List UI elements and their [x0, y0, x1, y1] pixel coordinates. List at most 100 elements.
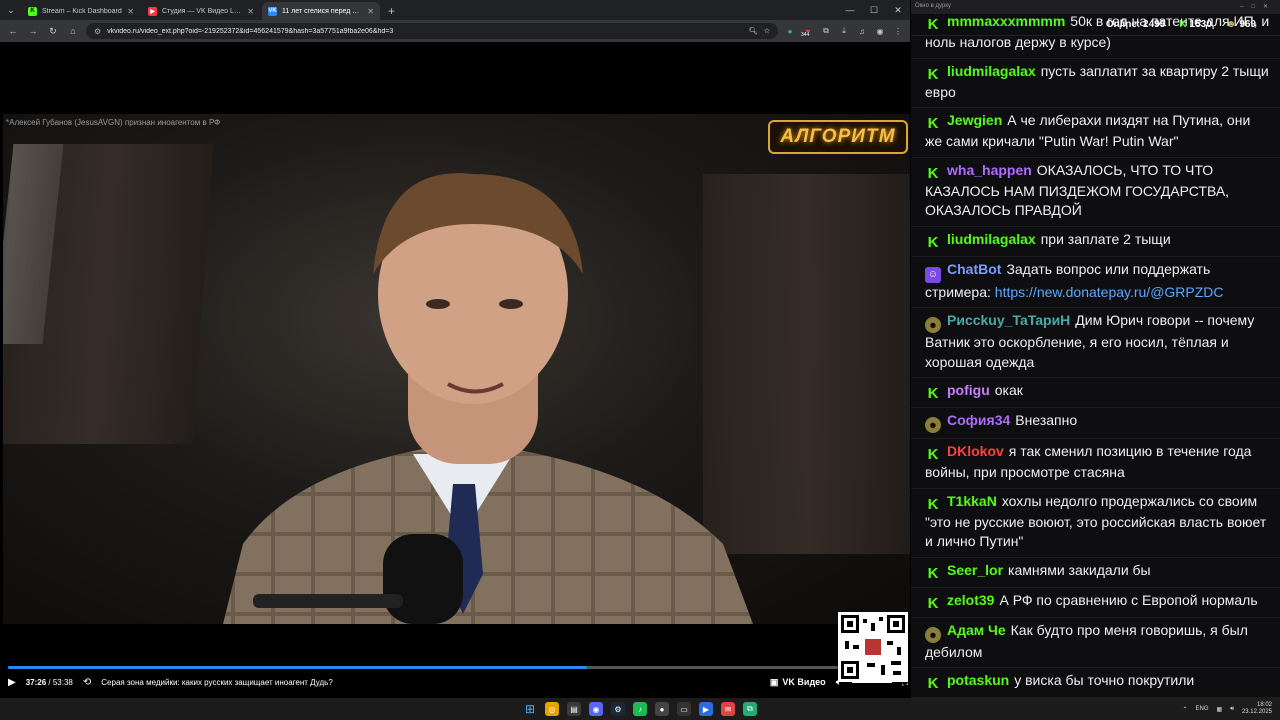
chat-username[interactable]: Адам Че	[947, 622, 1006, 638]
sound-icon[interactable]: 🔊︎	[1230, 706, 1234, 713]
obs-icon[interactable]: ●	[655, 702, 669, 716]
forward-icon[interactable]: →	[26, 24, 40, 38]
discord-icon[interactable]: ◉	[589, 702, 603, 716]
time-total: 53:38	[52, 677, 73, 687]
home-icon[interactable]: ⌂	[66, 24, 80, 38]
chat-message: Kliudmilagalax пусть заплатит за квартиру…	[911, 59, 1280, 108]
bot-badge-icon: ☺	[925, 266, 941, 283]
clock[interactable]: 18:02 23.12.2025	[1242, 702, 1272, 716]
close-tab-icon[interactable]: ✕	[247, 7, 254, 16]
close-icon[interactable]: ✕	[886, 0, 910, 20]
kick-badge-icon: K	[927, 675, 939, 692]
channel-logo: АЛГОРИТМ	[768, 120, 908, 154]
chat-message: ☺ ChatBot Задать вопрос или поддержать стр…	[911, 257, 1280, 308]
kick-badge-icon: K	[927, 65, 939, 83]
chat-username[interactable]: Jewgien	[947, 112, 1002, 128]
media-control-icon[interactable]: ♫	[856, 25, 868, 37]
app2-icon[interactable]: ✉	[721, 702, 735, 716]
minimize-icon[interactable]: —	[838, 0, 862, 20]
steam-icon[interactable]: ⚙	[611, 702, 625, 716]
player-control-row: ▶ 37:26 / 53:38 ⟲ Серая зона медийки: ка…	[8, 674, 908, 690]
video-title[interactable]: Серая зона медийки: каких русских защища…	[101, 678, 333, 687]
chat-message: K DKlokov я так сменил позицию в течение г…	[911, 439, 1280, 489]
chat-message: Kpofigu окак	[911, 378, 1280, 408]
close-tab-icon[interactable]: ✕	[127, 7, 134, 16]
foreign-agent-notice: *Алексей Губанов (JesusAVGN) признан ино…	[6, 118, 221, 127]
chat-window: Окно в дурку –□✕ Online: 2499 K 1530 ☻ 969…	[911, 0, 1280, 698]
chat-username[interactable]: Pиcckuy_TaTapиH	[947, 312, 1070, 328]
bookmark-star-icon[interactable]: ☆	[764, 27, 770, 35]
network-icon[interactable]: ▦	[1217, 706, 1223, 713]
vk-favicon-icon: VK	[268, 6, 277, 16]
profile-icon[interactable]: ◉	[874, 25, 886, 37]
site-info-icon[interactable]: ⚙	[94, 27, 101, 36]
spotify-icon[interactable]: ♪	[633, 702, 647, 716]
kick-badge-icon: K	[927, 446, 939, 463]
progress-bar[interactable]	[8, 666, 838, 669]
chat-username[interactable]: DKlokov	[947, 443, 1004, 459]
back-icon[interactable]: ←	[6, 24, 20, 38]
video-frame[interactable]	[3, 114, 910, 624]
chat-username[interactable]: zelot39	[947, 592, 994, 608]
chat-username[interactable]: София34	[947, 412, 1010, 428]
app3-icon[interactable]: ⧉	[743, 702, 757, 716]
address-bar[interactable]: ⚙ vkvideo.ru/video_ext.php?oid=-21925237…	[86, 23, 778, 39]
chat-username[interactable]: wha_happen	[947, 162, 1032, 178]
zoom-icon[interactable]: 🔍︎	[749, 27, 758, 35]
chapters-icon[interactable]: ⟲	[83, 677, 91, 688]
chat-message-list[interactable]: Kmmmaxxxmmmm 50к в год на патенте для ИП,…	[911, 9, 1280, 698]
player-icon[interactable]: ▶	[699, 702, 713, 716]
vk-video-label: VK Видео	[782, 677, 826, 687]
chat-message: Kliudmilagalax при заплате 2 тыщи	[911, 227, 1280, 257]
emote-badge-icon: ☻	[925, 317, 941, 333]
tab-strip: ⌄ K Stream – Kick Dashboard ✕ ▶ Студия —…	[0, 0, 910, 20]
kick-badge-icon: K	[927, 564, 939, 582]
play-icon[interactable]: ▶	[8, 677, 16, 688]
maximize-icon[interactable]: ☐	[862, 0, 886, 20]
tab-vk-video[interactable]: VK 11 лет сгелися перед Украин ✕	[262, 2, 380, 20]
reload-icon[interactable]: ↻	[46, 24, 60, 38]
extension-green-icon[interactable]: ●	[784, 25, 796, 37]
emote-badge-icon: ☻	[925, 417, 941, 433]
chrome-icon[interactable]: ◎	[545, 702, 559, 716]
chat-username[interactable]: potaskun	[947, 672, 1009, 688]
app-icon[interactable]: ▤	[567, 702, 581, 716]
menu-icon[interactable]: ⋮	[892, 25, 904, 37]
tab-vk-studio[interactable]: ▶ Студия — VK Видео Live ✕	[142, 2, 260, 20]
tab-search-icon[interactable]: ⌄	[0, 0, 22, 20]
chat-username[interactable]: T1kkaN	[947, 493, 997, 509]
time-display: 37:26 / 53:38	[25, 677, 73, 687]
qr-code-graphic	[841, 615, 905, 679]
window-controls: — ☐ ✕	[838, 0, 910, 20]
chat-text: окак	[994, 382, 1023, 398]
chat-username[interactable]: liudmilagalax	[947, 231, 1036, 247]
new-tab-button[interactable]: +	[382, 2, 401, 20]
tab-kick-dashboard[interactable]: K Stream – Kick Dashboard ✕	[22, 2, 140, 20]
kick-badge-icon: K	[927, 495, 939, 513]
screen: ⌄ K Stream – Kick Dashboard ✕ ▶ Студия —…	[0, 0, 1280, 720]
chat-message: Kzelot39 А РФ по сравнению с Европой норм…	[911, 588, 1280, 618]
chat-message: ☻ Pиcckuy_TaTapиH Дим Юрич говори -- почем…	[911, 308, 1280, 378]
download-icon[interactable]: ⤓	[838, 25, 850, 37]
extension-badge-icon[interactable]: ■ 344	[800, 25, 814, 38]
tray-chevron-icon[interactable]: ⌃	[1182, 706, 1187, 713]
chat-username[interactable]: liudmilagalax	[947, 63, 1036, 79]
language-indicator[interactable]: ENG	[1196, 706, 1209, 712]
chat-username[interactable]: pofigu	[947, 382, 990, 398]
chat-text: у виска бы точно покрутили	[1014, 672, 1195, 688]
extensions-icon[interactable]: ⧉	[820, 25, 832, 37]
start-icon[interactable]: ⊞	[523, 702, 537, 716]
extension-badge-count: 344	[800, 32, 811, 38]
chat-message: K Seer_lor камнями закидали бы	[911, 558, 1280, 588]
clock-date: 23.12.2025	[1241, 709, 1272, 715]
url-text: vkvideo.ru/video_ext.php?oid=-219252372&…	[107, 27, 394, 35]
media-icon[interactable]: ▭	[677, 702, 691, 716]
vk-video-brand[interactable]: ▣ VK Видео	[770, 677, 826, 688]
chat-username[interactable]: Seer_lor	[947, 562, 1003, 578]
chat-username[interactable]: mmmaxxxmmmm	[947, 13, 1065, 29]
system-tray: ⌃ ENG ▦ 🔊︎ 18:02 23.12.2025	[1182, 698, 1272, 720]
kick-badge-icon: K	[927, 16, 939, 33]
close-tab-icon[interactable]: ✕	[367, 7, 374, 16]
chat-link[interactable]: https://new.donatepay.ru/@GRPZDC	[995, 284, 1224, 300]
chat-username[interactable]: ChatBot	[947, 261, 1001, 277]
